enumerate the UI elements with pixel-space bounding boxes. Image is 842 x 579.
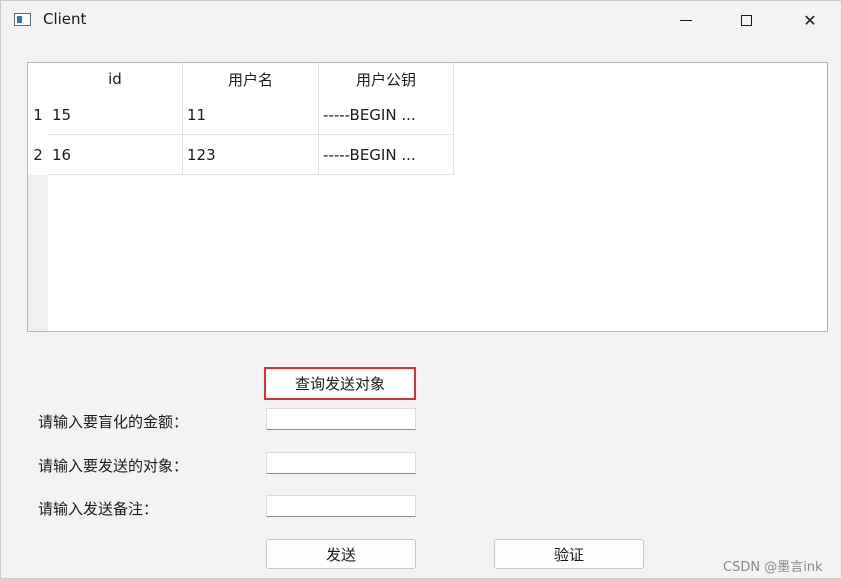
app-window-icon [14,13,31,26]
column-header-id[interactable]: id [48,63,183,95]
title-bar[interactable]: Client ✕ [1,1,841,39]
verify-button[interactable]: 验证 [494,539,644,569]
close-button[interactable]: ✕ [781,1,839,39]
maximize-button[interactable] [717,1,775,39]
send-button[interactable]: 发送 [266,539,416,569]
table-cell[interactable]: -----BEGIN ... [319,135,454,175]
recipient-label: 请输入要发送的对象： [38,457,189,475]
query-recipients-button[interactable]: 查询发送对象 [264,367,416,400]
client-window: Client ✕ id 用户名 用户公钥 1 15 11 -----BEGIN … [0,0,842,579]
column-header-username[interactable]: 用户名 [183,63,319,95]
row-header-2[interactable]: 2 [28,135,48,175]
table-cell[interactable]: -----BEGIN ... [319,95,454,135]
column-header-public-key[interactable]: 用户公钥 [319,63,454,95]
minimize-icon [680,19,692,21]
row-header-1[interactable]: 1 [28,95,48,135]
table-cell[interactable]: 15 [48,95,183,135]
recipient-input[interactable] [266,452,416,474]
table-cell[interactable]: 123 [183,135,319,175]
note-label: 请输入发送备注： [38,500,159,518]
table-cell[interactable]: 11 [183,95,319,135]
watermark: CSDN @墨言ink [723,560,823,575]
amount-label: 请输入要盲化的金额： [38,413,189,431]
window-title: Client [43,10,87,28]
note-input[interactable] [266,495,416,517]
amount-input[interactable] [266,408,416,430]
user-table[interactable]: id 用户名 用户公钥 1 15 11 -----BEGIN ... 2 16 … [27,62,828,332]
table-cell[interactable]: 16 [48,135,183,175]
minimize-button[interactable] [657,1,715,39]
table-corner[interactable] [28,63,48,95]
close-icon: ✕ [803,10,817,30]
maximize-icon [740,14,752,26]
